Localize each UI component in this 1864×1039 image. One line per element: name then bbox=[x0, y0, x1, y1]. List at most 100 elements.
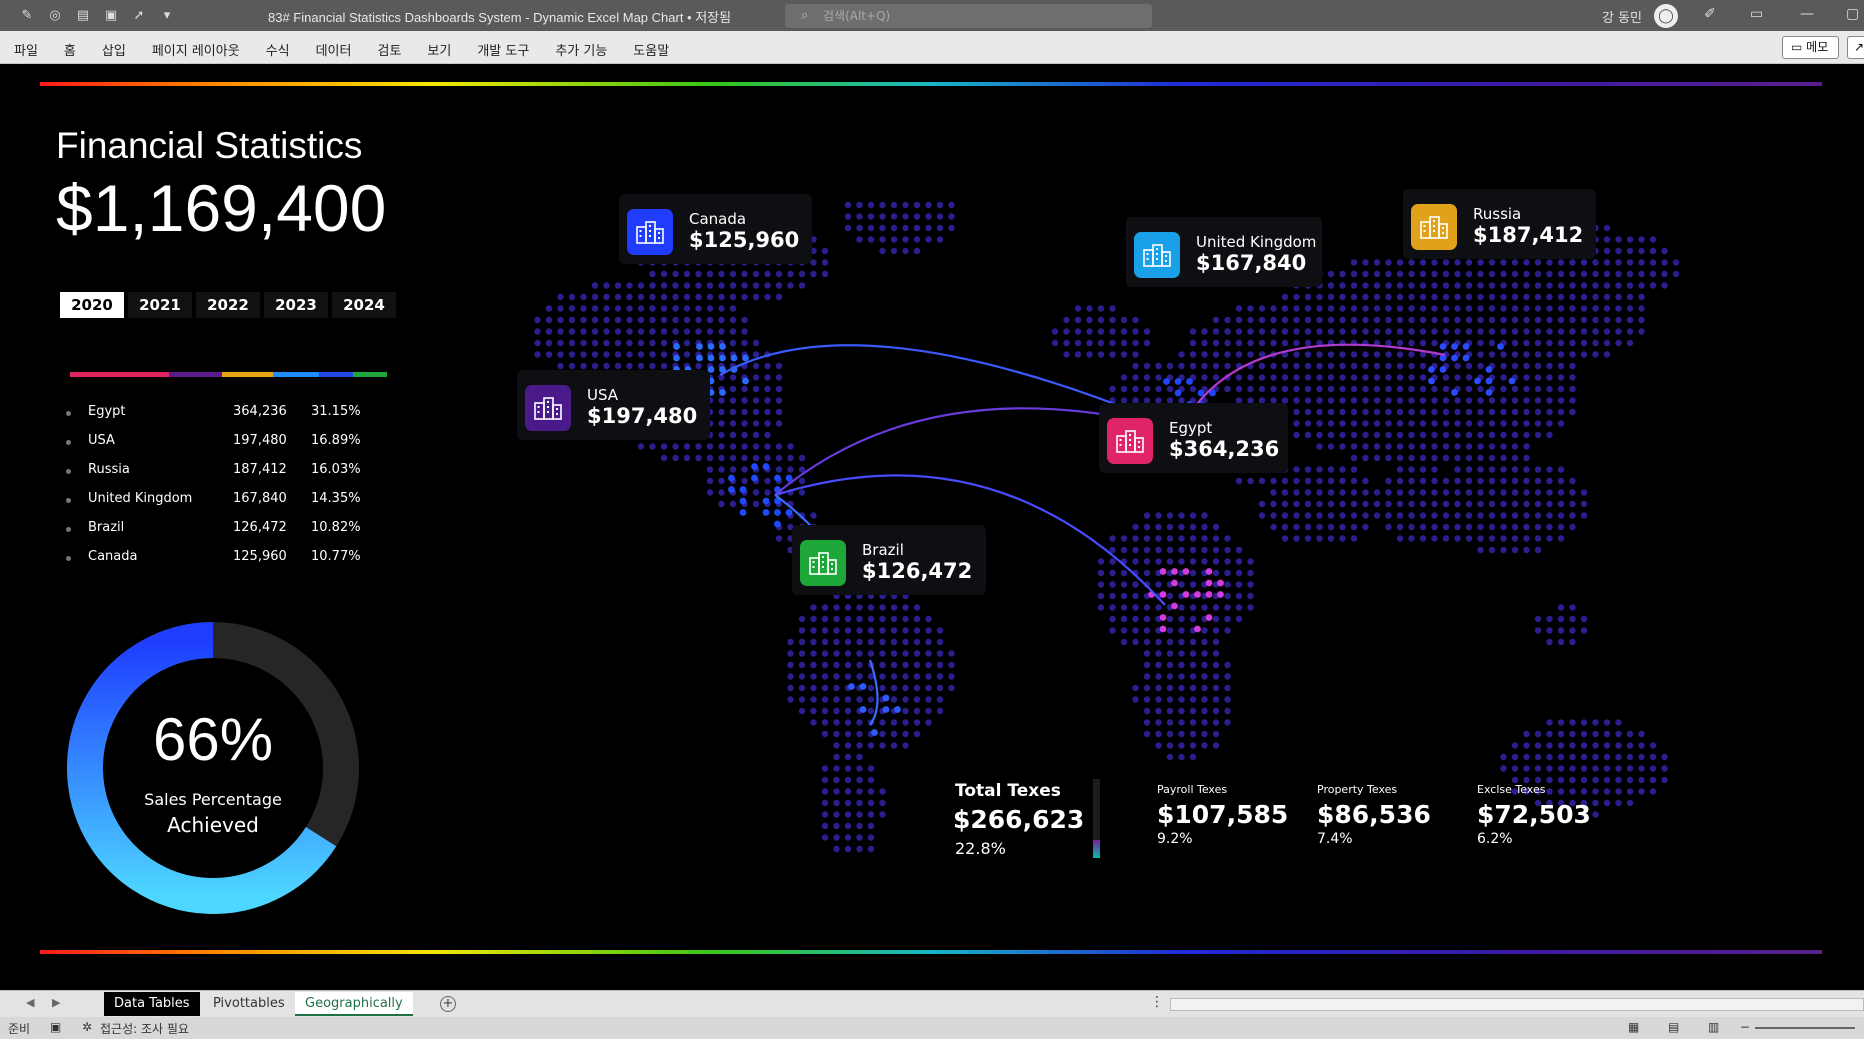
map-dot bbox=[1190, 696, 1196, 702]
year-button-2020[interactable]: 2020 bbox=[60, 292, 124, 318]
map-dot bbox=[1351, 524, 1357, 530]
maximize-icon[interactable]: ▢ bbox=[1846, 6, 1859, 22]
prev-sheet-icon[interactable]: ◀ bbox=[26, 996, 34, 1009]
map-dot bbox=[1638, 742, 1644, 748]
map-dot bbox=[1489, 259, 1495, 265]
tab-developer[interactable]: 개발 도구 bbox=[477, 40, 529, 59]
tab-help[interactable]: 도움말 bbox=[633, 40, 669, 59]
accessibility-status[interactable]: 접근성: 조사 필요 bbox=[100, 1020, 189, 1037]
horizontal-scrollbar[interactable] bbox=[1170, 998, 1864, 1011]
map-dot bbox=[1638, 236, 1644, 242]
map-dot bbox=[626, 340, 632, 346]
avatar[interactable]: ◯ bbox=[1654, 4, 1678, 28]
user-name[interactable]: 강 동민 bbox=[1602, 7, 1642, 26]
sheet-tab-geographically[interactable]: Geographically bbox=[295, 992, 413, 1016]
year-button-2022[interactable]: 2022 bbox=[196, 292, 260, 318]
sheet-tab-data-tables[interactable]: Data Tables bbox=[104, 992, 200, 1016]
pen-icon[interactable]: ✐ bbox=[1704, 6, 1716, 22]
tab-addins[interactable]: 추가 기능 bbox=[555, 40, 607, 59]
sheet-tab-pivottables[interactable]: Pivottables bbox=[203, 992, 295, 1016]
map-dot bbox=[1167, 535, 1173, 541]
map-highlight-dot bbox=[1206, 568, 1213, 575]
map-dot bbox=[1443, 259, 1449, 265]
year-button-2024[interactable]: 2024 bbox=[332, 292, 396, 318]
map-dot bbox=[799, 708, 805, 714]
tab-data[interactable]: 데이터 bbox=[316, 40, 352, 59]
map-dot bbox=[1615, 282, 1621, 288]
map-dot bbox=[753, 501, 759, 507]
tab-review[interactable]: 검토 bbox=[377, 40, 401, 59]
map-dot bbox=[1558, 328, 1564, 334]
add-sheet-icon[interactable]: + bbox=[440, 996, 456, 1012]
map-dot bbox=[1454, 271, 1460, 277]
map-dot bbox=[1178, 363, 1184, 369]
tab-formulas[interactable]: 수식 bbox=[266, 40, 290, 59]
map-dot bbox=[1086, 328, 1092, 334]
sheet-icon[interactable]: ▣ bbox=[102, 7, 120, 23]
map-dot bbox=[1431, 340, 1437, 346]
map-dot bbox=[1351, 328, 1357, 334]
map-dot bbox=[730, 455, 736, 461]
tab-insert[interactable]: 삽입 bbox=[102, 40, 126, 59]
zoom-out-icon[interactable]: − bbox=[1740, 1020, 1750, 1034]
map-dot bbox=[1224, 696, 1230, 702]
map-dot bbox=[1178, 708, 1184, 714]
connection-arc bbox=[870, 660, 878, 725]
map-dot bbox=[1650, 271, 1656, 277]
map-dot bbox=[856, 616, 862, 622]
map-highlight-dot bbox=[786, 475, 793, 482]
map-dot bbox=[914, 236, 920, 242]
memo-button[interactable]: ▭ 메모 bbox=[1782, 36, 1839, 59]
map-dot bbox=[833, 731, 839, 737]
zoom-slider[interactable] bbox=[1755, 1027, 1855, 1029]
map-dot bbox=[1144, 374, 1150, 380]
map-dot bbox=[1224, 317, 1230, 323]
map-dot bbox=[1581, 765, 1587, 771]
map-dot bbox=[1178, 719, 1184, 725]
map-dot bbox=[1086, 317, 1092, 323]
map-dot bbox=[1339, 512, 1345, 518]
share-button[interactable]: ↗ bbox=[1847, 36, 1864, 59]
pointer-icon[interactable]: ➚ bbox=[130, 7, 148, 23]
map-dot bbox=[799, 662, 805, 668]
map-highlight-dot bbox=[1206, 591, 1213, 598]
format-icon[interactable]: ▤ bbox=[74, 7, 92, 23]
map-dot bbox=[1213, 558, 1219, 564]
map-dot bbox=[1489, 397, 1495, 403]
map-dot bbox=[1489, 535, 1495, 541]
page-layout-view-icon[interactable]: ▤ bbox=[1668, 1020, 1679, 1034]
map-dot bbox=[1420, 524, 1426, 530]
camera-icon[interactable]: ◎ bbox=[46, 7, 64, 23]
more-options-icon[interactable]: ⋮ bbox=[1150, 994, 1164, 1010]
map-dot bbox=[1443, 328, 1449, 334]
search-box[interactable]: ⌕ 검색(Alt+Q) bbox=[785, 4, 1152, 28]
tab-view[interactable]: 보기 bbox=[427, 40, 451, 59]
ribbon-display-icon[interactable]: ▭ bbox=[1750, 6, 1763, 22]
year-button-2021[interactable]: 2021 bbox=[128, 292, 192, 318]
page-break-view-icon[interactable]: ▥ bbox=[1708, 1020, 1719, 1034]
map-dot bbox=[1109, 328, 1115, 334]
customize-icon[interactable]: ▾ bbox=[158, 7, 176, 23]
map-dot bbox=[1155, 731, 1161, 737]
map-dot bbox=[1615, 294, 1621, 300]
map-dot bbox=[1489, 282, 1495, 288]
autosave-icon[interactable]: ✎ bbox=[18, 7, 36, 23]
map-dot bbox=[1109, 317, 1115, 323]
tab-file[interactable]: 파일 bbox=[14, 40, 38, 59]
map-dot bbox=[1316, 386, 1322, 392]
tab-page-layout[interactable]: 페이지 레이아웃 bbox=[152, 40, 240, 59]
minimize-icon[interactable]: — bbox=[1800, 6, 1814, 22]
tab-home[interactable]: 홈 bbox=[64, 40, 76, 59]
document-title[interactable]: 83# Financial Statistics Dashboards Syst… bbox=[268, 7, 731, 26]
country-name: USA bbox=[88, 433, 115, 448]
normal-view-icon[interactable]: ▦ bbox=[1628, 1020, 1639, 1034]
macro-record-icon[interactable]: ▣ bbox=[50, 1020, 61, 1034]
map-dot bbox=[1109, 535, 1115, 541]
map-dot bbox=[1132, 616, 1138, 622]
map-dot bbox=[1535, 305, 1541, 311]
map-dot bbox=[1339, 386, 1345, 392]
ribbon-tabs: 파일 홈 삽입 페이지 레이아웃 수식 데이터 검토 보기 개발 도구 추가 기… bbox=[14, 40, 695, 59]
next-sheet-icon[interactable]: ▶ bbox=[52, 996, 60, 1009]
map-highlight-dot bbox=[1486, 378, 1493, 385]
year-button-2023[interactable]: 2023 bbox=[264, 292, 328, 318]
